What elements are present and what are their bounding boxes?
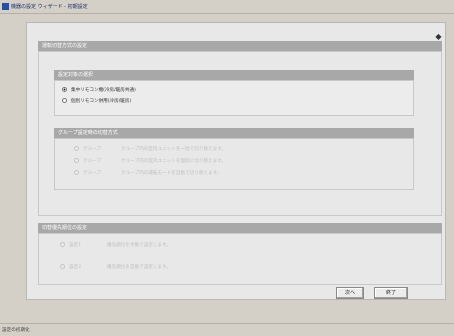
option-label: グループ内の室内ユニットを一括で切り替えます。 — [121, 147, 226, 152]
option-prefix: 設定1 — [69, 243, 82, 248]
option-label: グループ内の運転モードを自動で切り替えます。 — [121, 171, 222, 176]
status-text: 設定の初期化 — [2, 328, 30, 333]
group-mode-header: グループ設定時の切替方式 — [54, 128, 414, 138]
radio-checked-icon[interactable] — [62, 87, 67, 92]
window-title: 機器の設定 ウィザード - 初期設定 — [11, 4, 88, 10]
radio-disabled-icon — [60, 264, 65, 269]
option-label: 優先順位を手動で設定します。 — [107, 243, 171, 248]
group-option-2: グループ グループ内の室内ユニットを個別に切り替えます。 — [74, 158, 226, 166]
priority-section-header: 切替優先順位の設定 — [38, 223, 442, 233]
priority-option-2: 設定2 優先順位を自動で設定します。 — [60, 264, 171, 272]
option-prefix: グループ — [83, 147, 102, 152]
finish-button[interactable]: 終了 — [374, 287, 408, 299]
title-bar: 機器の設定 ウィザード - 初期設定 — [0, 0, 454, 14]
next-button[interactable]: 次へ — [336, 287, 364, 299]
main-section-header: 運転切替方式の設定 — [38, 41, 442, 51]
radio-disabled-icon — [74, 146, 79, 151]
radio-label: 集中リモコン機(冷房/暖房共通) — [71, 88, 136, 93]
status-bar: 設定の初期化 — [0, 323, 454, 336]
group-option-1: グループ グループ内の室内ユニットを一括で切り替えます。 — [74, 146, 226, 154]
radio-option-individual[interactable]: 個別リモコン併用(冷房/暖房) — [62, 98, 131, 106]
option-label: グループ内の室内ユニットを個別に切り替えます。 — [121, 159, 226, 164]
target-selection-header: 設定対象の選択 — [54, 70, 414, 80]
option-label: 優先順位を自動で設定します。 — [107, 265, 171, 270]
option-prefix: 設定2 — [69, 265, 82, 270]
info-icon[interactable]: ◆ — [434, 32, 443, 41]
radio-disabled-icon — [74, 158, 79, 163]
radio-option-central[interactable]: 集中リモコン機(冷房/暖房共通) — [62, 87, 136, 95]
app-icon — [2, 3, 9, 10]
priority-section-box — [38, 233, 442, 285]
option-prefix: グループ — [83, 159, 102, 164]
radio-unchecked-icon[interactable] — [62, 98, 67, 103]
radio-disabled-icon — [60, 242, 65, 247]
priority-option-1: 設定1 優先順位を手動で設定します。 — [60, 242, 171, 250]
radio-disabled-icon — [74, 170, 79, 175]
group-option-3: グループ グループ内の運転モードを自動で切り替えます。 — [74, 170, 221, 178]
radio-label: 個別リモコン併用(冷房/暖房) — [71, 99, 132, 104]
option-prefix: グループ — [83, 171, 102, 176]
